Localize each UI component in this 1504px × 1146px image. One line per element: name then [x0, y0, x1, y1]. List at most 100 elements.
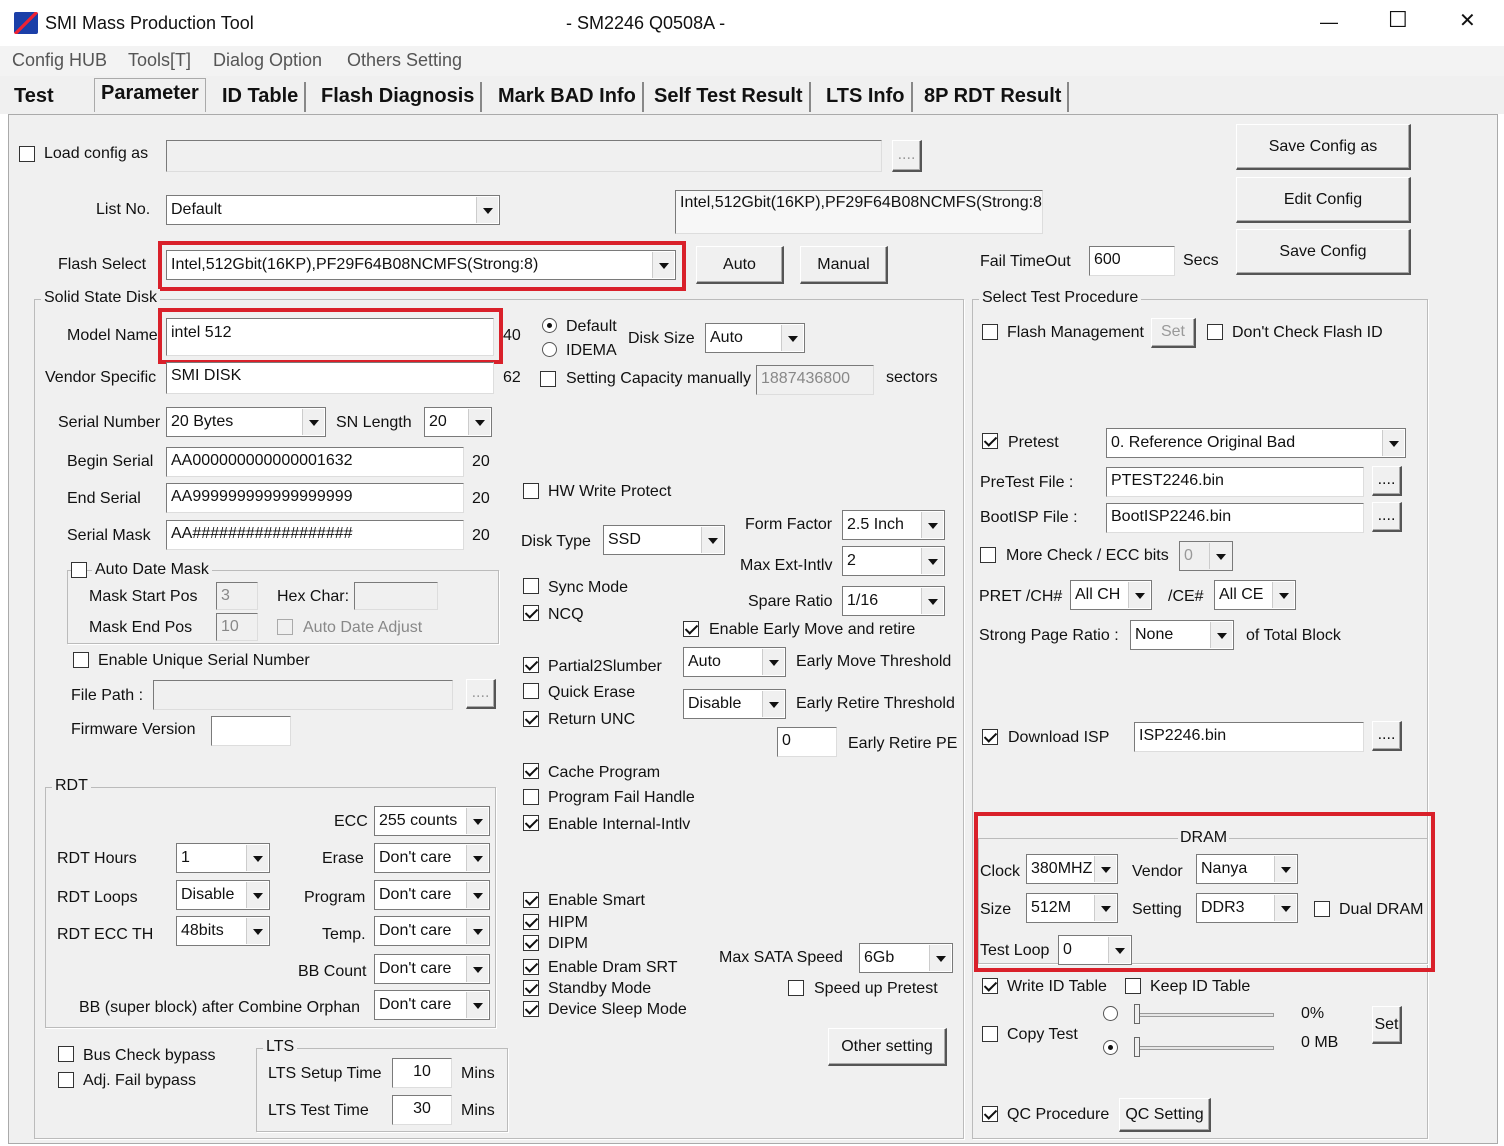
setting-capacity-checkbox[interactable]	[540, 371, 556, 387]
more-check-select[interactable]: 0	[1179, 541, 1233, 571]
end-serial-field[interactable]: AA999999999999999999	[166, 483, 464, 513]
menu-dialog-option[interactable]: Dialog Option	[213, 50, 322, 71]
pretest-file-field[interactable]: PTEST2246.bin	[1106, 467, 1364, 497]
enable-smart-checkbox[interactable]	[523, 892, 539, 908]
load-config-browse-button[interactable]: ....	[892, 140, 922, 172]
bb-count-select[interactable]: Don't care	[374, 954, 490, 984]
early-retire-pe-field[interactable]: 0	[777, 727, 837, 757]
copy-mb-radio[interactable]	[1103, 1040, 1118, 1055]
save-config-button[interactable]: Save Config	[1236, 229, 1411, 275]
qc-procedure-checkbox[interactable]	[982, 1106, 998, 1122]
erase-select[interactable]: Don't care	[374, 843, 490, 873]
hw-write-protect-checkbox[interactable]	[523, 483, 539, 499]
ecc-select[interactable]: 255 counts	[374, 806, 490, 836]
adj-fail-checkbox[interactable]	[58, 1072, 74, 1088]
bootisp-file-field[interactable]: BootISP2246.bin	[1106, 503, 1364, 533]
program-fail-checkbox[interactable]	[523, 789, 539, 805]
lts-setup-field[interactable]: 10	[392, 1058, 452, 1088]
early-move-select[interactable]: Auto	[683, 647, 786, 677]
menu-config-hub[interactable]: Config HUB	[12, 50, 107, 71]
save-config-as-button[interactable]: Save Config as	[1236, 124, 1411, 170]
pret-ch-select[interactable]: All CH	[1070, 580, 1152, 610]
load-config-field[interactable]	[166, 140, 882, 172]
copy-mb-slider[interactable]	[1134, 1046, 1274, 1050]
disk-size-select[interactable]: Auto	[705, 323, 805, 353]
flash-management-set-button[interactable]: Set	[1151, 318, 1196, 348]
tab-lts-info[interactable]: LTS Info	[820, 82, 913, 112]
list-no-select[interactable]: Default	[166, 195, 500, 225]
cache-program-checkbox[interactable]	[523, 763, 539, 779]
ce-select[interactable]: All CE	[1214, 580, 1296, 610]
max-ext-intlv-select[interactable]: 2	[842, 546, 945, 576]
temp-select[interactable]: Don't care	[374, 916, 490, 946]
edit-config-button[interactable]: Edit Config	[1236, 177, 1411, 223]
standby-mode-checkbox[interactable]	[523, 980, 539, 996]
serial-mask-field[interactable]: AA##################	[166, 520, 464, 550]
menu-others-setting[interactable]: Others Setting	[347, 50, 462, 71]
tab-8p-rdt-result[interactable]: 8P RDT Result	[918, 82, 1070, 112]
rdt-hours-select[interactable]: 1	[176, 843, 270, 873]
isp-file-browse-button[interactable]: ....	[1372, 721, 1402, 751]
spare-ratio-select[interactable]: 1/16	[842, 586, 945, 616]
more-check-checkbox[interactable]	[980, 547, 996, 563]
ncq-checkbox[interactable]	[523, 605, 539, 621]
isp-file-field[interactable]: ISP2246.bin	[1134, 722, 1364, 752]
other-setting-button[interactable]: Other setting	[828, 1028, 947, 1066]
copy-percent-radio[interactable]	[1103, 1006, 1118, 1021]
dont-check-flash-id-checkbox[interactable]	[1207, 324, 1223, 340]
max-sata-speed-select[interactable]: 6Gb	[859, 943, 953, 973]
pretest-checkbox[interactable]	[982, 433, 998, 449]
copy-percent-slider-thumb[interactable]	[1134, 1004, 1140, 1024]
dipm-checkbox[interactable]	[523, 935, 539, 951]
default-radio[interactable]	[542, 318, 557, 333]
tab-parameter[interactable]: Parameter	[94, 78, 206, 112]
bootisp-file-browse-button[interactable]: ....	[1372, 502, 1402, 532]
unique-serial-checkbox[interactable]	[73, 652, 89, 668]
idema-radio[interactable]	[542, 342, 557, 357]
mask-end-field[interactable]: 10	[216, 613, 258, 641]
load-config-checkbox[interactable]	[19, 146, 35, 162]
qc-setting-button[interactable]: QC Setting	[1119, 1098, 1211, 1132]
close-button[interactable]: ✕	[1459, 11, 1476, 31]
copy-test-set-button[interactable]: Set	[1372, 1006, 1402, 1044]
tab-flash-diagnosis[interactable]: Flash Diagnosis	[315, 82, 483, 112]
return-unc-checkbox[interactable]	[523, 711, 539, 727]
mask-start-field[interactable]: 3	[216, 582, 258, 610]
tab-self-test-result[interactable]: Self Test Result	[648, 82, 811, 112]
strong-page-ratio-select[interactable]: None	[1130, 620, 1234, 650]
rdt-ecc-th-select[interactable]: 48bits	[176, 916, 270, 946]
internal-intlv-checkbox[interactable]	[523, 815, 539, 831]
form-factor-select[interactable]: 2.5 Inch	[842, 510, 945, 540]
keep-id-table-checkbox[interactable]	[1125, 978, 1141, 994]
firmware-version-field[interactable]	[211, 716, 291, 746]
begin-serial-field[interactable]: AA000000000000001632	[166, 447, 464, 477]
maximize-button[interactable]: ☐	[1388, 9, 1408, 31]
early-retire-select[interactable]: Disable	[683, 689, 786, 719]
tab-test[interactable]: Test	[8, 82, 60, 112]
file-path-field[interactable]	[153, 680, 453, 710]
partial2slumber-checkbox[interactable]	[523, 657, 539, 673]
hipm-checkbox[interactable]	[523, 914, 539, 930]
serial-number-select[interactable]: 20 Bytes	[166, 407, 326, 437]
vendor-specific-field[interactable]: SMI DISK	[166, 362, 494, 394]
device-sleep-checkbox[interactable]	[523, 1001, 539, 1017]
copy-test-checkbox[interactable]	[982, 1026, 998, 1042]
sync-mode-checkbox[interactable]	[523, 578, 539, 594]
auto-date-mask-checkbox[interactable]	[71, 562, 87, 578]
sn-length-select[interactable]: 20	[424, 407, 492, 437]
program-select[interactable]: Don't care	[374, 880, 490, 910]
fail-timeout-field[interactable]: 600	[1089, 246, 1175, 276]
capacity-field[interactable]: 1887436800	[756, 365, 874, 395]
quick-erase-checkbox[interactable]	[523, 683, 539, 699]
manual-button[interactable]: Manual	[800, 246, 888, 284]
pretest-file-browse-button[interactable]: ....	[1372, 466, 1402, 496]
lts-test-field[interactable]: 30	[392, 1095, 452, 1125]
flash-management-checkbox[interactable]	[982, 324, 998, 340]
pretest-select[interactable]: 0. Reference Original Bad	[1106, 428, 1406, 458]
bus-check-checkbox[interactable]	[58, 1046, 74, 1062]
auto-date-adjust-checkbox[interactable]	[277, 619, 293, 635]
file-path-browse-button[interactable]: ....	[466, 679, 496, 709]
minimize-button[interactable]: —	[1320, 12, 1338, 32]
download-isp-checkbox[interactable]	[982, 729, 998, 745]
copy-mb-slider-thumb[interactable]	[1134, 1037, 1140, 1057]
